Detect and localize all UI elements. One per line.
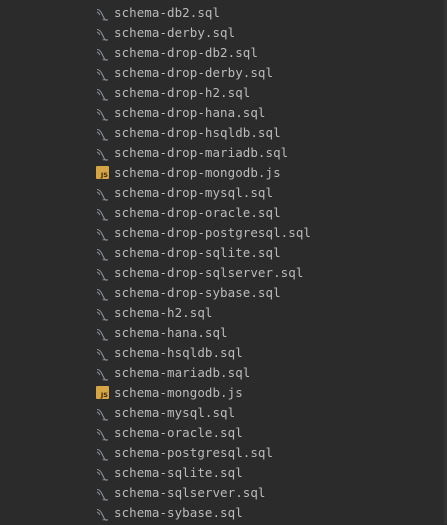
file-name: schema-drop-oracle.sql xyxy=(114,204,281,220)
sql-file-icon xyxy=(96,366,109,381)
file-name: schema-drop-mongodb.js xyxy=(114,164,281,180)
file-row[interactable]: schema-drop-oracle.sql xyxy=(0,202,444,222)
sql-file-icon xyxy=(96,306,109,321)
sql-file-icon xyxy=(96,226,109,241)
file-row[interactable]: schema-drop-mariadb.sql xyxy=(0,142,444,162)
sql-file-icon xyxy=(96,446,109,461)
sql-file-icon xyxy=(96,66,109,81)
sql-file-icon xyxy=(96,106,109,121)
file-name: schema-oracle.sql xyxy=(114,424,243,440)
sql-file-icon xyxy=(96,206,109,221)
file-name: schema-sqlserver.sql xyxy=(114,484,266,500)
sql-file-icon xyxy=(96,406,109,421)
sql-file-icon xyxy=(96,46,109,61)
sql-file-icon xyxy=(96,26,109,41)
file-name: schema-drop-postgresql.sql xyxy=(114,224,311,240)
sql-file-icon xyxy=(96,486,109,501)
sql-file-icon xyxy=(96,506,109,521)
file-row[interactable]: schema-hana.sql xyxy=(0,322,444,342)
sql-file-icon xyxy=(96,86,109,101)
file-row[interactable]: schema-drop-mysql.sql xyxy=(0,182,444,202)
file-row[interactable]: JS schema-mongodb.js xyxy=(0,382,444,402)
sql-file-icon xyxy=(96,266,109,281)
js-file-icon: JS xyxy=(96,165,109,179)
file-row[interactable]: schema-drop-postgresql.sql xyxy=(0,222,444,242)
file-row[interactable]: JS schema-drop-mongodb.js xyxy=(0,162,444,182)
sql-file-icon xyxy=(96,426,109,441)
file-name: schema-drop-derby.sql xyxy=(114,64,274,80)
file-name: schema-drop-db2.sql xyxy=(114,44,258,60)
file-name: schema-drop-h2.sql xyxy=(114,84,251,100)
file-name: schema-drop-hana.sql xyxy=(114,104,266,120)
file-row[interactable]: schema-mysql.sql xyxy=(0,402,444,422)
sql-file-icon xyxy=(96,286,109,301)
file-row[interactable]: schema-sqlite.sql xyxy=(0,462,444,482)
file-name: schema-db2.sql xyxy=(114,4,221,20)
file-row[interactable]: schema-derby.sql xyxy=(0,22,444,42)
file-name: schema-drop-mariadb.sql xyxy=(114,144,289,160)
file-row[interactable]: schema-drop-sqlite.sql xyxy=(0,242,444,262)
file-row[interactable]: schema-drop-db2.sql xyxy=(0,42,444,62)
sql-file-icon xyxy=(96,466,109,481)
file-row[interactable]: schema-hsqldb.sql xyxy=(0,342,444,362)
file-row[interactable]: schema-drop-hana.sql xyxy=(0,102,444,122)
file-name: schema-mariadb.sql xyxy=(114,364,251,380)
file-name: schema-drop-sqlite.sql xyxy=(114,244,281,260)
sql-file-icon xyxy=(96,246,109,261)
file-row[interactable]: schema-h2.sql xyxy=(0,302,444,322)
file-name: schema-drop-sybase.sql xyxy=(114,284,281,300)
file-name: schema-sybase.sql xyxy=(114,504,243,520)
file-row[interactable]: schema-sqlserver.sql xyxy=(0,482,444,502)
file-name: schema-hsqldb.sql xyxy=(114,344,243,360)
file-name: schema-drop-mysql.sql xyxy=(114,184,274,200)
file-name: schema-derby.sql xyxy=(114,24,236,40)
file-row[interactable]: schema-postgresql.sql xyxy=(0,442,444,462)
file-row[interactable]: schema-drop-hsqldb.sql xyxy=(0,122,444,142)
file-row[interactable]: schema-drop-sqlserver.sql xyxy=(0,262,444,282)
sql-file-icon xyxy=(96,346,109,361)
file-row[interactable]: schema-mariadb.sql xyxy=(0,362,444,382)
file-row[interactable]: schema-sybase.sql xyxy=(0,502,444,522)
sql-file-icon xyxy=(96,146,109,161)
project-file-tree: schema-db2.sql schema-derby.sql schema-d… xyxy=(0,2,444,522)
file-row[interactable]: schema-drop-h2.sql xyxy=(0,82,444,102)
sql-file-icon xyxy=(96,126,109,141)
file-row[interactable]: schema-db2.sql xyxy=(0,2,444,22)
file-row[interactable]: schema-oracle.sql xyxy=(0,422,444,442)
file-name: schema-mysql.sql xyxy=(114,404,236,420)
js-file-icon: JS xyxy=(96,385,109,399)
file-name: schema-postgresql.sql xyxy=(114,444,274,460)
file-name: schema-sqlite.sql xyxy=(114,464,243,480)
file-name: schema-hana.sql xyxy=(114,324,228,340)
file-name: schema-drop-hsqldb.sql xyxy=(114,124,281,140)
sql-file-icon xyxy=(96,6,109,21)
sql-file-icon xyxy=(96,326,109,341)
sql-file-icon xyxy=(96,186,109,201)
file-name: schema-mongodb.js xyxy=(114,384,243,400)
file-row[interactable]: schema-drop-sybase.sql xyxy=(0,282,444,302)
file-name: schema-drop-sqlserver.sql xyxy=(114,264,304,280)
file-row[interactable]: schema-drop-derby.sql xyxy=(0,62,444,82)
file-name: schema-h2.sql xyxy=(114,304,213,320)
